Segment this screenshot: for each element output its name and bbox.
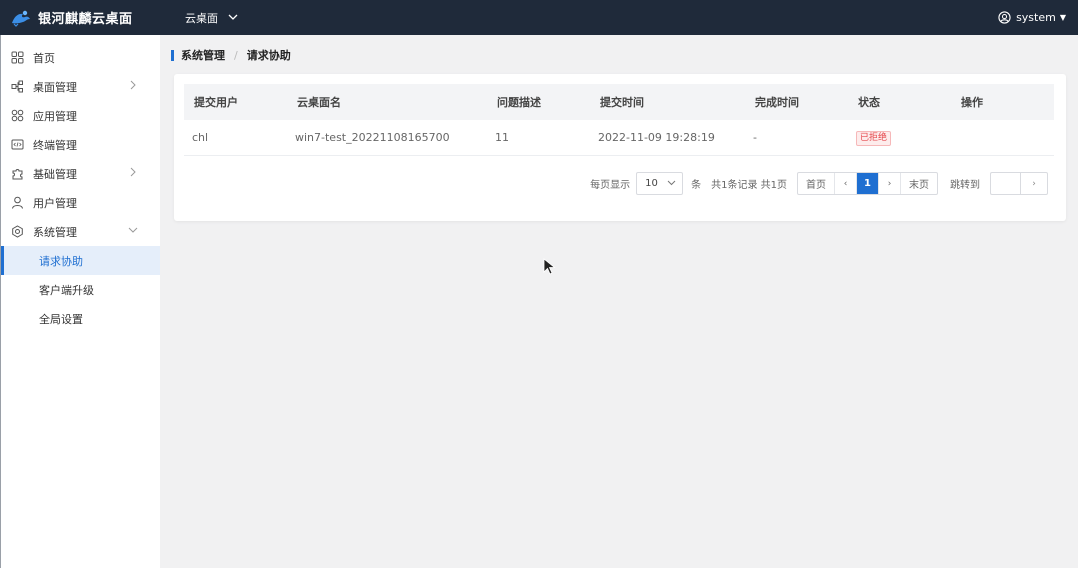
chevron-down-icon (667, 179, 676, 189)
first-page-button[interactable]: 首页 (798, 173, 835, 194)
brand: 银河麒麟云桌面 (0, 8, 160, 27)
sidebar-item-basic-management[interactable]: 基础管理 (1, 159, 160, 188)
chevron-right-icon (130, 167, 136, 177)
brand-name: 银河麒麟云桌面 (38, 12, 133, 27)
column-header-finish-time: 完成时间 (755, 96, 799, 109)
breadcrumb-separator: / (234, 48, 238, 62)
cell-status: 已拒绝 (848, 130, 951, 146)
cell-finish-time: - (753, 131, 757, 144)
sidebar-item-label: 用户管理 (33, 196, 77, 210)
sidebar-item-app-management[interactable]: 应用管理 (1, 101, 160, 130)
nodes-icon (11, 80, 24, 93)
column-header-status: 状态 (858, 96, 880, 109)
cell-description: 11 (495, 131, 509, 144)
breadcrumb-parent[interactable]: 系统管理 (181, 47, 225, 63)
cell-user: chl (192, 131, 209, 144)
sidebar-item-label: 应用管理 (33, 109, 77, 123)
column-header-description: 问题描述 (497, 96, 541, 109)
sidebar-subitem-label: 请求协助 (39, 254, 83, 268)
desktop-switch-dropdown[interactable]: 云桌面 (185, 10, 238, 26)
terminal-icon (11, 138, 24, 151)
sidebar-item-user-management[interactable]: 用户管理 (1, 188, 160, 217)
chevron-down-icon (128, 227, 138, 233)
sidebar-item-system-management[interactable]: 系统管理 (1, 217, 160, 246)
settings-icon (11, 225, 24, 238)
pagination: 每页显示 10 条 共1条记录 共1页 首页 ‹ 1 › 末页 跳转到 › (590, 172, 1048, 195)
prev-page-button[interactable]: ‹ (835, 173, 857, 194)
chevron-right-icon (130, 80, 136, 90)
cell-desktop: win7-test_20221108165700 (295, 131, 450, 144)
sidebar-subitem-label: 客户端升级 (39, 283, 94, 297)
sidebar-item-terminal-management[interactable]: 终端管理 (1, 130, 160, 159)
assist-request-table: 提交用户 云桌面名 问题描述 提交时间 完成时间 状态 操作 chl win7-… (184, 84, 1054, 156)
page-number-button[interactable]: 1 (857, 173, 879, 194)
column-header-action: 操作 (961, 96, 983, 109)
sidebar-item-label: 基础管理 (33, 167, 77, 181)
column-header-submit-time: 提交时间 (600, 96, 644, 109)
user-menu[interactable]: system ▼ (998, 0, 1066, 35)
caret-down-icon: ▼ (1059, 13, 1066, 22)
jump-page-input[interactable] (990, 172, 1020, 195)
total-records: 共1条记录 共1页 (711, 180, 787, 191)
jump-go-button[interactable]: › (1020, 172, 1048, 195)
sidebar-item-home[interactable]: 首页 (1, 43, 160, 72)
breadcrumb: 系统管理 / 请求协助 (171, 46, 291, 64)
sidebar-item-desktop-management[interactable]: 桌面管理 (1, 72, 160, 101)
mouse-cursor-icon (543, 258, 556, 275)
sidebar-subitem-label: 全局设置 (39, 312, 83, 326)
sidebar-item-label: 系统管理 (33, 225, 77, 239)
chevron-down-icon (228, 11, 238, 24)
last-page-button[interactable]: 末页 (901, 173, 937, 194)
breadcrumb-current: 请求协助 (246, 49, 291, 62)
apps-icon (11, 109, 24, 122)
cell-submit-time: 2022-11-09 19:28:19 (598, 131, 715, 144)
status-badge: 已拒绝 (856, 130, 892, 146)
next-page-button[interactable]: › (879, 173, 901, 194)
sidebar-item-label: 桌面管理 (33, 80, 77, 94)
sidebar-subitem-global-settings[interactable]: 全局设置 (1, 304, 160, 333)
username: system (1016, 11, 1056, 24)
top-bar: 银河麒麟云桌面 云桌面 system ▼ (0, 0, 1078, 35)
puzzle-icon (11, 167, 24, 180)
user-icon (11, 196, 24, 209)
breadcrumb-accent-bar (171, 49, 174, 61)
table-header: 提交用户 云桌面名 问题描述 提交时间 完成时间 状态 操作 (184, 84, 1054, 120)
jump-to-label: 跳转到 (950, 180, 980, 191)
desktop-switch-label: 云桌面 (185, 11, 218, 25)
user-circle-icon (998, 11, 1011, 24)
grid-icon (11, 51, 24, 64)
column-header-user: 提交用户 (194, 96, 238, 109)
per-page-unit: 条 (691, 180, 702, 191)
kylin-logo-icon (12, 10, 30, 27)
sidebar: 首页 桌面管理 应用管理 终端管理 基础管理 用户管理 系统管理 请求协助 客户… (0, 35, 160, 568)
per-page-label: 每页显示 (590, 180, 631, 191)
sidebar-item-label: 终端管理 (33, 138, 77, 152)
sidebar-item-label: 首页 (33, 51, 55, 65)
sidebar-subitem-request-assist[interactable]: 请求协助 (1, 246, 160, 275)
column-header-desktop: 云桌面名 (297, 96, 341, 109)
page-size-value: 10 (645, 178, 658, 189)
table-row: chl win7-test_20221108165700 11 2022-11-… (184, 120, 1054, 156)
page-size-select[interactable]: 10 (636, 172, 684, 195)
sidebar-subitem-client-upgrade[interactable]: 客户端升级 (1, 275, 160, 304)
content-card: 提交用户 云桌面名 问题描述 提交时间 完成时间 状态 操作 chl win7-… (174, 74, 1066, 221)
page-buttons: 首页 ‹ 1 › 末页 (797, 172, 938, 195)
